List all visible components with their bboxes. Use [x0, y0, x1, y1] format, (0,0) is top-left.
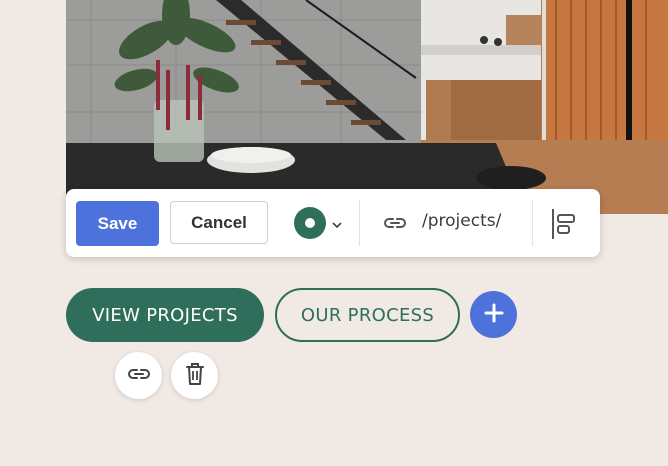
plus-icon: [484, 303, 504, 327]
link-button[interactable]: [115, 352, 162, 399]
link-edit-toolbar: Save Cancel /projects/: [66, 189, 600, 257]
toolbar-divider: [532, 200, 533, 246]
view-projects-button[interactable]: VIEW PROJECTS: [66, 288, 264, 342]
link-icon[interactable]: [383, 212, 407, 238]
swatch-dot: [305, 218, 315, 228]
cancel-button[interactable]: Cancel: [170, 201, 268, 244]
chevron-down-icon: [332, 214, 342, 233]
hero-photo: [66, 0, 668, 214]
color-picker[interactable]: [294, 207, 346, 239]
link-icon: [127, 363, 151, 389]
our-process-button[interactable]: OUR PROCESS: [275, 288, 460, 342]
trash-icon: [185, 362, 205, 390]
delete-button[interactable]: [171, 352, 218, 399]
add-button[interactable]: [470, 291, 517, 338]
align-left-icon[interactable]: [550, 207, 578, 245]
link-url-field[interactable]: /projects/: [422, 211, 501, 231]
toolbar-divider: [359, 200, 360, 246]
color-swatch[interactable]: [294, 207, 326, 239]
save-button[interactable]: Save: [76, 201, 159, 246]
